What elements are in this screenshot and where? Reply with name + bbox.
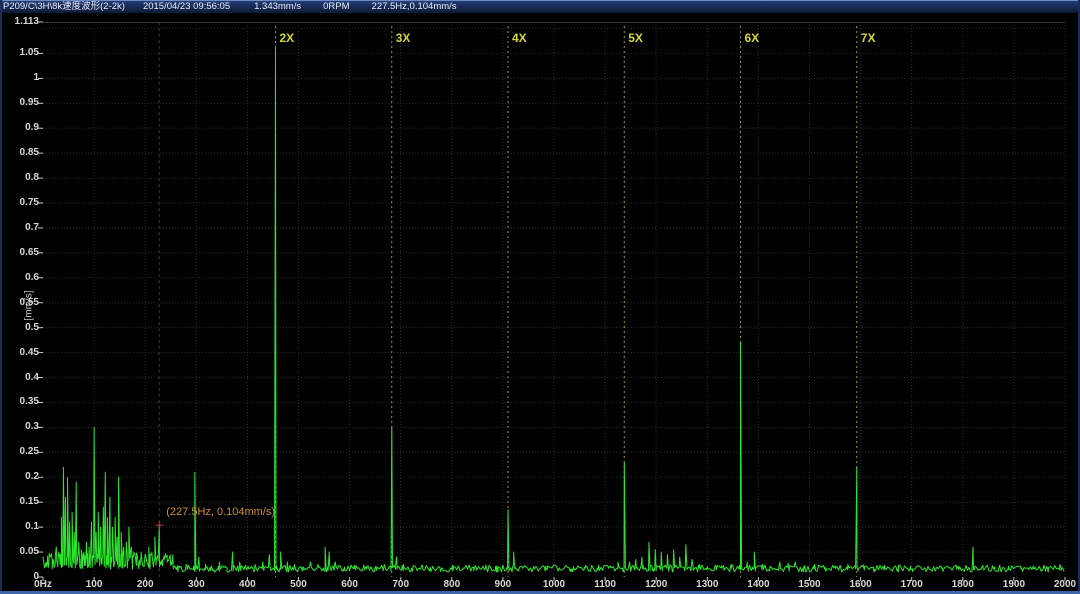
x-tick-label: 1000	[543, 579, 565, 590]
x-tick-label: 700	[392, 579, 409, 590]
harmonic-label-3X: 3X	[396, 31, 411, 45]
x-tick-label: 1300	[696, 579, 718, 590]
y-tick-label: 0.7	[0, 222, 39, 233]
x-tick-label: 900	[495, 579, 512, 590]
harmonic-label-2X: 2X	[280, 31, 295, 45]
x-tick-label: 800	[443, 579, 460, 590]
y-tick-label: 0.95	[0, 97, 39, 108]
x-tick-label: 1900	[1003, 579, 1025, 590]
y-tick-label: 1.113	[0, 16, 39, 27]
rpm-value: 0RPM	[323, 0, 349, 13]
y-tick-label: 0.25	[0, 446, 39, 457]
overall-value: 1.343mm/s	[254, 0, 301, 13]
window-border-top	[0, 0, 1080, 1]
title-bar: P209/C\3H\8k速度波形(2-2k) 2015/04/23 09:56:…	[0, 0, 1080, 13]
y-tick-label: 0.65	[0, 247, 39, 258]
harmonic-label-6X: 6X	[745, 31, 760, 45]
y-tick-label: 0.45	[0, 347, 39, 358]
measurement-title: P209/C\3H\8k速度波形(2-2k)	[3, 0, 125, 13]
x-tick-label: 1600	[849, 579, 871, 590]
y-tick-label: 0.9	[0, 122, 39, 133]
measurement-datetime: 2015/04/23 09:56:05	[143, 0, 230, 13]
y-tick-label: 0.4	[0, 372, 39, 383]
y-tick-label: 0.75	[0, 197, 39, 208]
y-tick-label: 1	[0, 72, 39, 83]
x-tick-label: 200	[137, 579, 154, 590]
y-tick-label: 0.6	[0, 272, 39, 283]
cursor-readout: 227.5Hz,0.104mm/s	[372, 0, 457, 13]
x-tick-label: 300	[188, 579, 205, 590]
x-tick-label: 1800	[952, 579, 974, 590]
y-tick-label: 0.8	[0, 172, 39, 183]
y-tick-label: 0.3	[0, 421, 39, 432]
cursor-annotation: (227.5Hz, 0.104mm/s)	[166, 506, 275, 518]
window-border-left	[0, 0, 2, 594]
x-tick-label: 1400	[747, 579, 769, 590]
harmonic-label-7X: 7X	[861, 31, 876, 45]
y-tick-label: 0.55	[0, 297, 39, 308]
y-tick-label: 1.05	[0, 47, 39, 58]
x-tick-label: 500	[290, 579, 307, 590]
x-tick-label: 0Hz	[34, 579, 52, 590]
x-tick-label: 400	[239, 579, 256, 590]
y-tick-label: 0.1	[0, 521, 39, 532]
harmonic-label-4X: 4X	[512, 31, 527, 45]
x-tick-label: 1200	[645, 579, 667, 590]
x-tick-label: 600	[341, 579, 358, 590]
x-tick-label: 2000	[1054, 579, 1076, 590]
y-tick-label: 0.05	[0, 546, 39, 557]
y-tick-label: 0.85	[0, 147, 39, 158]
x-tick-label: 1700	[901, 579, 923, 590]
y-tick-label: 0.15	[0, 496, 39, 507]
spectrum-analyzer-window: P209/C\3H\8k速度波形(2-2k) 2015/04/23 09:56:…	[0, 0, 1080, 594]
spectrum-plot-area[interactable]: 2X 3X 4X 5X 6X 7X (227.5Hz, 0.104mm/s)	[43, 22, 1065, 577]
y-tick-label: 0.5	[0, 322, 39, 333]
x-tick-label: 100	[86, 579, 103, 590]
x-tick-label: 1500	[798, 579, 820, 590]
x-tick-label: 1100	[594, 579, 616, 590]
harmonic-label-5X: 5X	[628, 31, 643, 45]
y-tick-label: 0.2	[0, 471, 39, 482]
y-tick-label: 0.35	[0, 396, 39, 407]
